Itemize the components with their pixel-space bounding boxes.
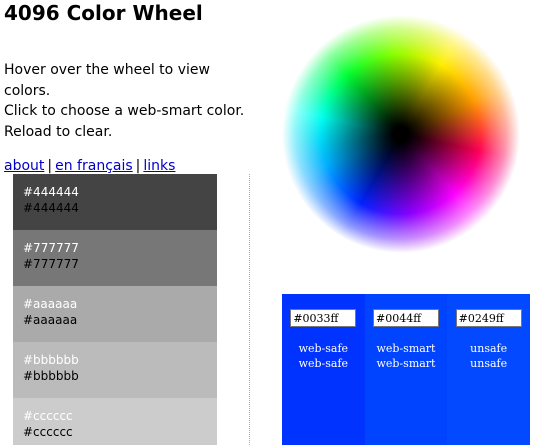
swatch-label-top: #444444 xyxy=(23,185,79,199)
intro-line-reload: Reload to clear. xyxy=(4,123,113,140)
unsafe-label: unsafe xyxy=(470,342,508,355)
page-title: 4096 Color Wheel xyxy=(4,1,203,25)
nav-links: about | en français | links xyxy=(4,157,175,175)
intro-line-hover: Hover over the wheel to view colors. xyxy=(4,62,210,99)
swatch-label-top: #aaaaaa xyxy=(23,297,78,311)
web-safe-column: web-safe web-safe xyxy=(282,294,365,445)
swatch-777777[interactable]: #777777 #777777 xyxy=(13,230,217,286)
about-link[interactable]: about xyxy=(4,158,44,174)
swatch-list: #444444 #444444 #777777 #777777 #aaaaaa … xyxy=(13,174,217,445)
web-smart-label: web-smart xyxy=(376,342,436,355)
swatch-444444[interactable]: #444444 #444444 xyxy=(13,174,217,230)
web-safe-label: web-safe xyxy=(298,357,349,370)
swatch-label-top: #777777 xyxy=(23,241,79,255)
swatch-cccccc[interactable]: #cccccc #cccccc xyxy=(13,398,217,445)
intro-line-click: Click to choose a web-smart color. xyxy=(4,103,245,119)
french-link[interactable]: en français xyxy=(55,158,133,174)
swatch-label-bottom: #cccccc xyxy=(23,425,73,439)
links-link[interactable]: links xyxy=(143,158,175,174)
swatch-label-bottom: #bbbbbb xyxy=(23,369,79,383)
unsafe-hex-field[interactable] xyxy=(455,309,522,327)
swatch-label-bottom: #777777 xyxy=(23,257,79,271)
swatch-bbbbbb[interactable]: #bbbbbb #bbbbbb xyxy=(13,342,217,398)
web-smart-label: web-smart xyxy=(376,357,436,370)
swatch-label-bottom: #aaaaaa xyxy=(23,313,78,327)
nav-separator: | xyxy=(47,158,53,174)
nav-separator: | xyxy=(135,158,141,174)
color-wheel[interactable] xyxy=(282,15,520,253)
web-safe-label: web-safe xyxy=(298,342,349,355)
swatch-label-top: #bbbbbb xyxy=(23,353,79,367)
web-smart-column: web-smart web-smart xyxy=(364,294,448,445)
swatch-label-top: #cccccc xyxy=(23,409,73,423)
unsafe-column: unsafe unsafe xyxy=(447,294,530,445)
intro-text: Hover over the wheel to view colors. Cli… xyxy=(4,60,254,142)
color-info-panel: web-safe web-safe web-smart web-smart un… xyxy=(282,294,530,445)
swatch-aaaaaa[interactable]: #aaaaaa #aaaaaa xyxy=(13,286,217,342)
swatch-label-bottom: #444444 xyxy=(23,201,79,215)
column-divider xyxy=(249,174,250,445)
unsafe-label: unsafe xyxy=(470,357,508,370)
web-safe-hex-field[interactable] xyxy=(290,309,357,327)
web-smart-hex-field[interactable] xyxy=(372,309,439,327)
